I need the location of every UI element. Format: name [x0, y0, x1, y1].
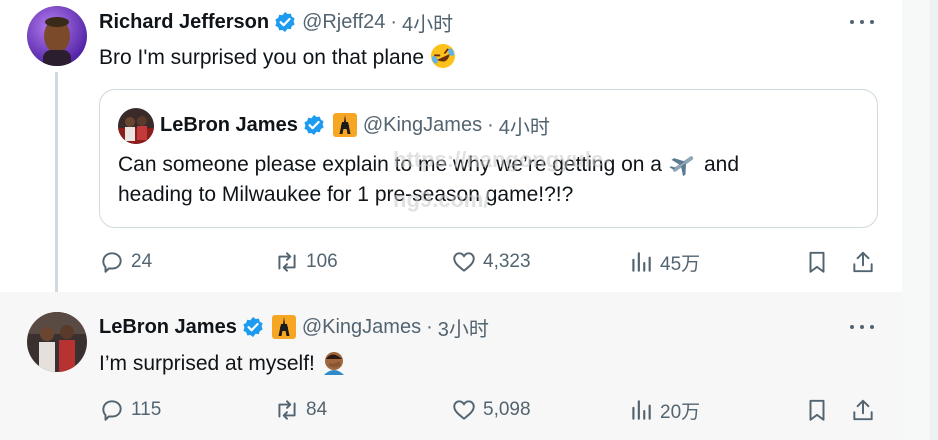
bookmark-icon: [809, 399, 825, 421]
reply-icon: [102, 252, 122, 273]
quoted-tweet-header: LeBron James @KingJames · 4小时: [160, 111, 550, 140]
like-icon: [453, 400, 475, 420]
view-count: 45万: [660, 253, 701, 275]
share-button[interactable]: [850, 395, 876, 425]
verified-badge-icon: [275, 12, 295, 32]
tweet[interactable]: LeBron James @KingJames · 3小时 I’m surpri…: [0, 292, 902, 440]
rolling-laughing-emoji-icon: [431, 44, 456, 68]
bookmark-button[interactable]: [804, 395, 830, 425]
tweet-header: LeBron James @KingJames · 3小时: [99, 313, 489, 342]
eiffel-tower-icon: [332, 113, 357, 137]
share-icon: [853, 399, 873, 421]
more-options-icon[interactable]: [850, 12, 874, 32]
tweet-time[interactable]: 3小时: [438, 313, 489, 342]
like-count: 4,323: [483, 251, 531, 272]
facepalm-emoji-icon: [323, 352, 344, 375]
tweet-text: I’m surprised at myself!: [99, 349, 347, 376]
reply-icon: [102, 400, 122, 421]
eiffel-tower-icon: [271, 315, 296, 339]
avatar-image: [27, 312, 87, 372]
avatar-image: [27, 6, 87, 66]
bookmark-icon: [809, 251, 825, 273]
tweet-time[interactable]: 4小时: [402, 8, 453, 37]
quoted-avatar[interactable]: [118, 108, 154, 144]
scrollbar-area[interactable]: [902, 0, 938, 440]
tweet-header: Richard Jefferson @Rjeff24 · 4小时: [99, 8, 453, 37]
tweet-text-content: I’m surprised at myself!: [99, 352, 315, 375]
share-button[interactable]: [850, 247, 876, 277]
author-handle[interactable]: @KingJames: [302, 316, 421, 339]
separator-dot: ·: [487, 113, 494, 136]
reply-button[interactable]: 115: [99, 395, 161, 425]
repost-button[interactable]: 106: [274, 247, 338, 277]
author-handle[interactable]: @Rjeff24: [302, 11, 385, 34]
separator-dot: ·: [390, 10, 398, 33]
author-name[interactable]: LeBron James: [99, 316, 237, 339]
avatar[interactable]: [27, 6, 87, 66]
reply-count: 115: [131, 399, 162, 420]
reply-count: 24: [131, 251, 153, 272]
quoted-tweet-time[interactable]: 4小时: [499, 111, 550, 140]
quoted-avatar-image: [118, 108, 154, 144]
tweet-actions: 24 106 4,323 45万: [99, 247, 879, 277]
quoted-author-handle[interactable]: @KingJames: [363, 114, 482, 137]
verified-badge-icon: [304, 115, 324, 135]
avatar[interactable]: [27, 312, 87, 372]
airplane-emoji-icon: [669, 156, 694, 176]
views-button[interactable]: 20万: [628, 395, 700, 425]
reply-button[interactable]: 24: [99, 247, 152, 277]
more-options-icon[interactable]: [850, 317, 874, 337]
thread-connector-line: [55, 72, 58, 304]
share-icon: [853, 251, 873, 273]
quoted-author-name[interactable]: LeBron James: [160, 114, 298, 137]
repost-icon: [278, 252, 296, 272]
tweet-text-content: Bro I'm surprised you on that plane: [99, 46, 425, 69]
like-icon: [453, 252, 475, 272]
views-icon: [632, 400, 651, 420]
views-button[interactable]: 45万: [628, 247, 700, 277]
repost-count: 84: [306, 399, 328, 420]
timeline-feed: Richard Jefferson @Rjeff24 · 4小时 Bro I'm…: [0, 0, 902, 440]
verified-badge-icon: [243, 317, 263, 337]
tweet-text: Bro I'm surprised you on that plane: [99, 43, 456, 70]
watermark: https://nangongyule-ng9.com/: [393, 147, 611, 212]
repost-icon: [278, 400, 296, 420]
like-count: 5,098: [483, 399, 531, 420]
view-count: 20万: [660, 401, 701, 423]
bookmark-button[interactable]: [804, 247, 830, 277]
quoted-text-part: and: [704, 153, 740, 176]
repost-button[interactable]: 84: [274, 395, 327, 425]
scrollbar-track[interactable]: [930, 0, 938, 440]
like-button[interactable]: 5,098: [451, 395, 531, 425]
repost-count: 106: [306, 251, 338, 272]
separator-dot: ·: [426, 315, 433, 338]
author-name[interactable]: Richard Jefferson: [99, 11, 269, 34]
like-button[interactable]: 4,323: [451, 247, 531, 277]
views-icon: [632, 252, 651, 272]
tweet-actions: 115 84 5,098 20万: [99, 395, 879, 425]
